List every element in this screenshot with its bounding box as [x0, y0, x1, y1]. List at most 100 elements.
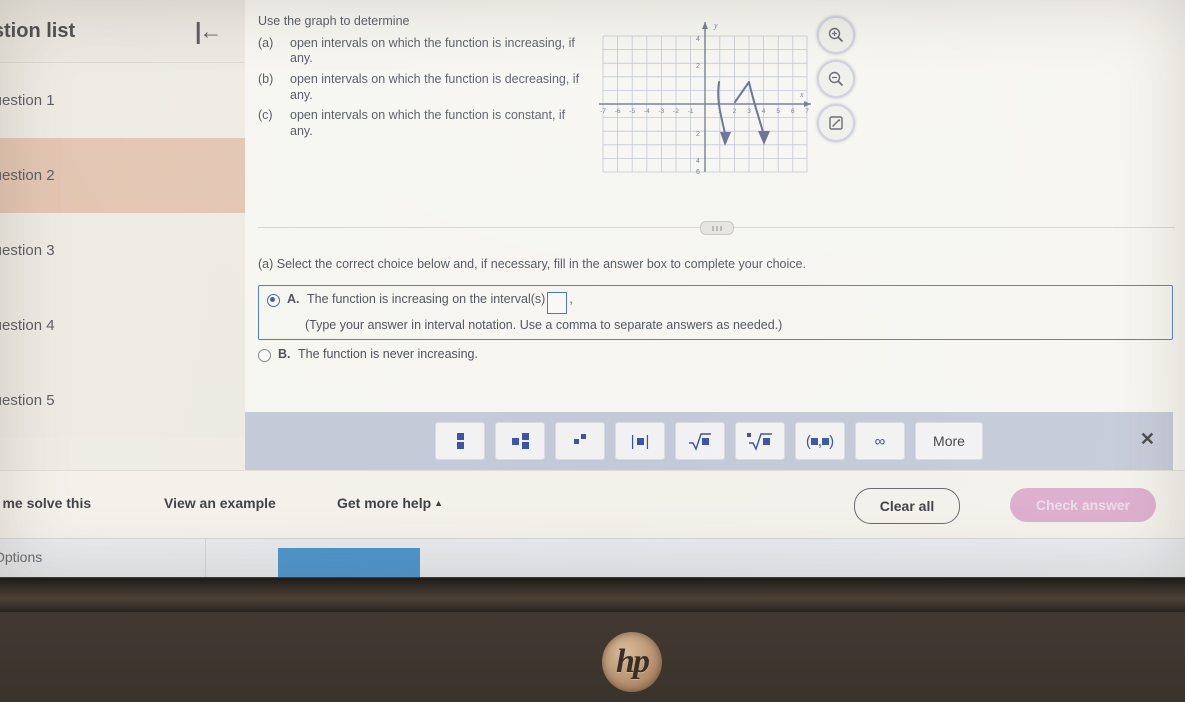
more-button[interactable]: More	[915, 422, 983, 460]
sidebar-item-question-2[interactable]: Question 2	[0, 138, 245, 213]
sidebar-item-question-3[interactable]: Question 3	[0, 213, 245, 288]
svg-text:-3: -3	[659, 108, 665, 115]
view-an-example-link[interactable]: View an example	[164, 495, 276, 511]
svg-text:2: 2	[696, 63, 700, 70]
zoom-out-glyph	[828, 71, 844, 87]
sidebar-item-question-5[interactable]: Question 5	[0, 363, 245, 438]
interval-answer-input[interactable]	[547, 292, 568, 314]
arrow-down-right	[758, 131, 770, 145]
svg-text:-5: -5	[629, 108, 635, 115]
svg-text:-4: -4	[644, 108, 650, 115]
part-marker: (b)	[258, 71, 274, 86]
part-marker: (c)	[258, 108, 273, 123]
choice-b-letter: B.	[278, 347, 291, 361]
choice-b[interactable]: B. The function is never increasing.	[258, 347, 1173, 362]
submit-chip-button[interactable]	[278, 548, 420, 577]
laptop-photo: hp Question list |← Question 1 Question …	[0, 0, 1185, 702]
mixed-whole-glyph	[511, 437, 519, 445]
choice-a[interactable]: A. The function is increasing on the int…	[258, 285, 1173, 340]
help-me-solve-this-link[interactable]: p me solve this	[0, 495, 91, 511]
svg-text:-6: -6	[615, 108, 621, 115]
sidebar-item-label: Question 5	[0, 391, 55, 409]
page-title: Question list	[0, 19, 76, 42]
infinity-button[interactable]: ∞	[855, 422, 905, 460]
get-more-help-label: Get more help	[337, 495, 432, 511]
zoom-in-icon[interactable]	[817, 16, 855, 54]
clear-all-button[interactable]: Clear all	[854, 488, 960, 524]
radio-choice-a[interactable]	[267, 294, 280, 307]
choice-a-text-after: ,	[569, 292, 573, 306]
answer-instruction: (a) Select the correct choice below and,…	[258, 257, 806, 271]
mixed-number-button[interactable]	[495, 422, 545, 460]
fraction-glyph	[456, 433, 464, 449]
pencil-square-glyph	[829, 116, 843, 130]
get-more-help-link[interactable]: Get more help ▲	[337, 495, 443, 511]
choice-a-text: The function is increasing on the interv…	[307, 292, 546, 306]
bezel-sheen	[0, 578, 1185, 612]
x-axis-label: x	[799, 90, 804, 99]
svg-text:-2: -2	[673, 108, 679, 115]
toolbar-separator	[205, 539, 206, 577]
sidebar-item-question-1[interactable]: Question 1	[0, 63, 245, 138]
problem-part-b: (b) open intervals on which the function…	[258, 72, 588, 103]
panel-resize-divider[interactable]	[258, 221, 1175, 235]
problem-statement-area: Use the graph to determine (a) open inte…	[245, 0, 1185, 215]
exponent-glyph	[581, 433, 586, 439]
svg-text:3: 3	[747, 108, 751, 115]
mixed-fraction-glyph	[521, 433, 529, 449]
fraction-button[interactable]	[435, 422, 485, 460]
footer-inner: p me solve this View an example Get more…	[0, 471, 1185, 539]
choice-group: A. The function is increasing on the int…	[258, 285, 1173, 362]
hp-logo: hp	[602, 632, 662, 692]
divider-grip-handle[interactable]	[699, 221, 734, 235]
collapse-left-icon[interactable]: |←	[195, 20, 225, 44]
square-root-button[interactable]	[675, 422, 725, 460]
zoom-in-glyph	[828, 27, 844, 43]
sidebar-item-label: Question 2	[0, 166, 55, 184]
choice-a-row: A. The function is increasing on the int…	[267, 292, 1164, 314]
svg-text:-1: -1	[688, 108, 694, 115]
close-icon[interactable]: ✕	[1140, 430, 1155, 448]
part-marker: (a)	[258, 35, 274, 50]
arrow-down-left	[720, 132, 731, 146]
nth-root-glyph	[747, 433, 772, 451]
caret-up-icon: ▲	[434, 498, 444, 508]
zoom-out-icon[interactable]	[817, 60, 855, 98]
function-graph[interactable]: y x 4 2 2 4 6 -7 -6 -5 -4 -3 -2 -1 1 2 3…	[595, 14, 815, 176]
ordered-pair-button[interactable]: (,)	[795, 422, 845, 460]
svg-text:2: 2	[733, 108, 737, 115]
svg-text:2: 2	[696, 131, 700, 138]
part-text: open intervals on which the function is …	[290, 108, 566, 138]
problem-part-c: (c) open intervals on which the function…	[258, 108, 588, 139]
question-list-sidebar: Question list |← Question 1 Question 2 Q…	[0, 0, 246, 488]
svg-text:7: 7	[805, 108, 809, 115]
open-graph-editor-icon[interactable]	[817, 104, 855, 142]
sqrt-glyph	[689, 433, 711, 451]
question-footer: p me solve this View an example Get more…	[0, 470, 1185, 539]
math-keypad-palette: | | (,) ∞ More ✕	[245, 412, 1173, 470]
nth-root-button[interactable]	[735, 422, 785, 460]
sidebar-item-label: Question 1	[0, 91, 55, 109]
part-text: open intervals on which the function is …	[290, 71, 580, 102]
svg-text:4: 4	[696, 36, 700, 43]
sidebar-item-question-4[interactable]: Question 4	[0, 288, 245, 363]
y-axis-label: y	[713, 21, 718, 30]
svg-text:4: 4	[696, 158, 700, 165]
svg-text:4: 4	[762, 108, 766, 115]
exponent-button[interactable]	[555, 422, 605, 460]
problem-prompt: Use the graph to determine (a) open inte…	[258, 14, 588, 144]
sidebar-header: Question list |←	[0, 0, 245, 63]
check-answer-button[interactable]: Check answer	[1010, 488, 1156, 522]
part-text: open intervals on which the function is …	[290, 35, 575, 66]
radio-choice-b[interactable]	[258, 349, 271, 362]
sidebar-item-label: Question 3	[0, 241, 55, 259]
choice-b-text: The function is never increasing.	[298, 347, 478, 361]
base-glyph	[574, 438, 579, 444]
choice-a-hint: (Type your answer in interval notation. …	[305, 318, 783, 332]
options-menu[interactable]: Options	[0, 549, 42, 565]
problem-stem: Use the graph to determine	[258, 14, 410, 28]
svg-text:6: 6	[791, 108, 795, 115]
absolute-value-button[interactable]: | |	[615, 422, 665, 460]
question-content-panel: Use the graph to determine (a) open inte…	[245, 0, 1185, 470]
svg-text:-7: -7	[600, 108, 606, 115]
